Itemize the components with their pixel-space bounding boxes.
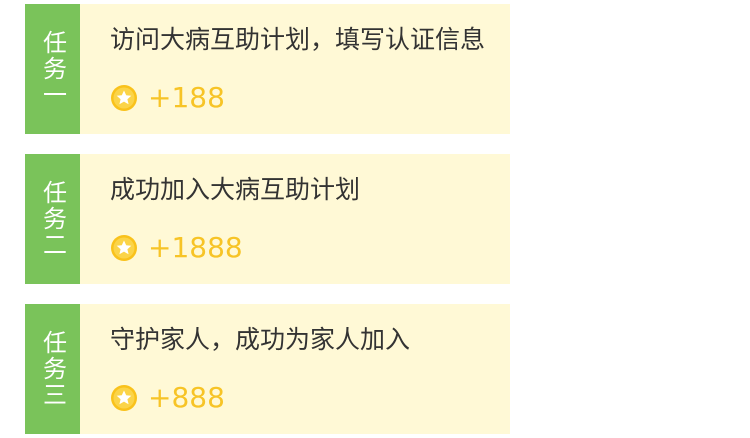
reward-amount: +1888 — [148, 231, 243, 264]
task-body: 守护家人，成功为家人加入 +888 — [80, 304, 510, 434]
task-body: 成功加入大病互助计划 +1888 — [80, 154, 510, 284]
task-card-1[interactable]: 任务一 访问大病互助计划，填写认证信息 +188 — [25, 4, 510, 134]
task-tag: 任务三 — [25, 304, 80, 434]
task-tag: 任务二 — [25, 154, 80, 284]
reward-amount: +888 — [148, 381, 225, 414]
task-body: 访问大病互助计划，填写认证信息 +188 — [80, 4, 510, 134]
coin-star-icon — [111, 385, 137, 411]
task-card-2[interactable]: 任务二 成功加入大病互助计划 +1888 — [25, 154, 510, 284]
task-tag-label: 任务三 — [38, 330, 67, 408]
task-reward: +888 — [110, 382, 225, 414]
task-title: 访问大病互助计划，填写认证信息 — [110, 25, 486, 54]
coin-star-icon — [111, 85, 137, 111]
reward-amount: +188 — [148, 81, 225, 114]
task-tag-label: 任务二 — [38, 180, 67, 258]
task-reward: +1888 — [110, 232, 243, 264]
task-tag: 任务一 — [25, 4, 80, 134]
task-list: 任务一 访问大病互助计划，填写认证信息 +188 任务二 成功加入大病互助计划 — [25, 4, 510, 434]
task-reward: +188 — [110, 82, 225, 114]
coin-star-icon — [111, 235, 137, 261]
task-title: 守护家人，成功为家人加入 — [110, 325, 411, 354]
task-card-3[interactable]: 任务三 守护家人，成功为家人加入 +888 — [25, 304, 510, 434]
task-title: 成功加入大病互助计划 — [110, 175, 361, 204]
task-tag-label: 任务一 — [38, 30, 67, 108]
